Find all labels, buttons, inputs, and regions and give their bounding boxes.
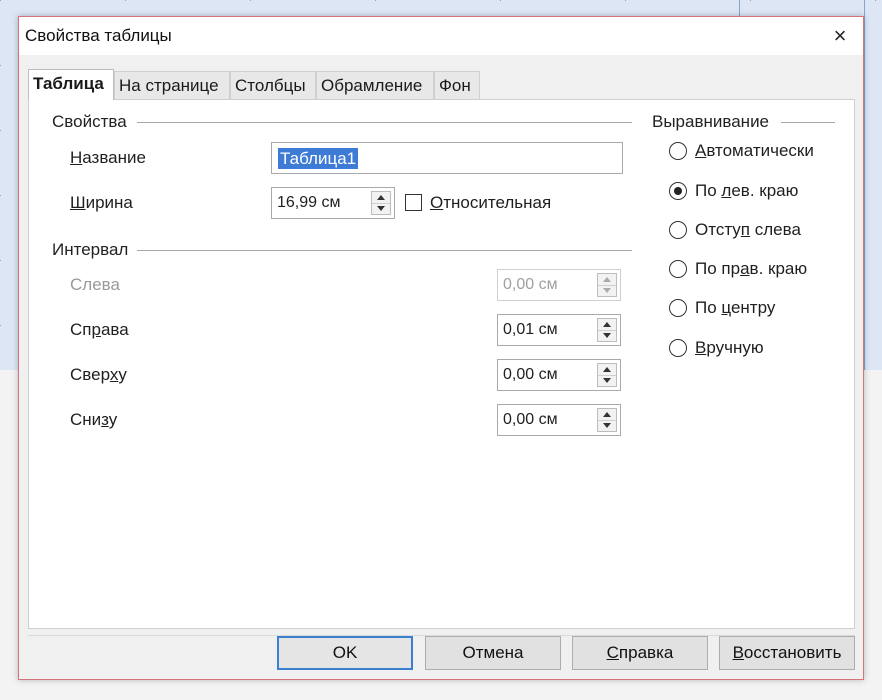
radio-right[interactable] (669, 260, 687, 278)
top-spacing-value: 0,00 см (503, 366, 558, 383)
radio-from-left[interactable] (669, 221, 687, 239)
top-spacing-spinbox[interactable]: 0,00 см (497, 359, 621, 391)
section-divider (137, 250, 632, 251)
tab-table[interactable]: Таблица (28, 69, 114, 100)
right-spacing-spinbox[interactable]: 0,01 см (497, 314, 621, 346)
spin-down-icon[interactable] (598, 420, 616, 431)
table-properties-dialog: Свойства таблицы × Таблица На странице С… (18, 16, 864, 680)
bottom-spin-buttons[interactable] (597, 408, 617, 432)
section-divider (137, 122, 632, 123)
left-spin-buttons[interactable] (597, 273, 617, 297)
width-spinbox[interactable]: 16,99 см (271, 187, 395, 219)
alignment-section-title: Выравнивание (652, 112, 770, 131)
relative-checkbox[interactable] (405, 194, 422, 211)
spin-down-icon[interactable] (598, 330, 616, 341)
radio-center[interactable] (669, 299, 687, 317)
left-label: Слева (70, 275, 120, 294)
radio-from-left-label: Отступ слева (695, 220, 801, 239)
tab-borders[interactable]: Обрамление (316, 71, 434, 99)
help-button[interactable]: Справка (572, 636, 708, 670)
radio-manual-label: Вручную (695, 338, 764, 357)
relative-label: Относительная (430, 193, 552, 212)
tab-on-page[interactable]: На странице (114, 71, 230, 99)
radio-center-label: По центру (695, 298, 776, 317)
spin-down-icon[interactable] (372, 203, 390, 214)
ok-button[interactable]: OK (277, 636, 413, 670)
tab-background[interactable]: Фон (434, 71, 480, 99)
radio-left[interactable] (669, 182, 687, 200)
reset-button-label: Восстановить (732, 643, 842, 662)
bottom-spacing-value: 0,00 см (503, 411, 558, 428)
tab-panel: Свойства Название Таблица1 Ширина 16,99 … (28, 99, 855, 629)
spacing-section-title: Интервал (52, 240, 129, 259)
close-icon[interactable]: × (825, 21, 855, 51)
left-spacing-value: 0,00 см (503, 276, 558, 293)
section-divider (781, 122, 835, 123)
width-value: 16,99 см (277, 194, 341, 211)
radio-automatic[interactable] (669, 142, 687, 160)
spin-down-icon[interactable] (598, 375, 616, 386)
top-spin-buttons[interactable] (597, 363, 617, 387)
title-bar: Свойства таблицы × (19, 17, 863, 55)
reset-button[interactable]: Восстановить (719, 636, 855, 670)
radio-right-label: По прав. краю (695, 259, 808, 278)
spin-down-icon[interactable] (598, 285, 616, 296)
radio-manual[interactable] (669, 339, 687, 357)
name-input[interactable]: Таблица1 (271, 142, 623, 174)
top-label: Сверху (70, 365, 127, 384)
spreadsheet-grid-line (864, 0, 865, 370)
right-spin-buttons[interactable] (597, 318, 617, 342)
help-button-label: Справка (606, 643, 674, 662)
bottom-spacing-spinbox[interactable]: 0,00 см (497, 404, 621, 436)
bottom-label: Снизу (70, 410, 118, 429)
radio-left-label: По лев. краю (695, 181, 799, 200)
left-spacing-spinbox[interactable]: 0,00 см (497, 269, 621, 301)
tab-columns[interactable]: Столбцы (230, 71, 316, 99)
name-label-rest: азвание (82, 148, 146, 167)
width-label: Ширина (70, 193, 133, 212)
width-spin-buttons[interactable] (371, 191, 391, 215)
dialog-title: Свойства таблицы (25, 26, 172, 45)
radio-automatic-label: Автоматически (695, 141, 814, 160)
radio-selected-dot (674, 187, 682, 195)
name-input-value: Таблица1 (278, 148, 359, 169)
right-spacing-value: 0,01 см (503, 321, 558, 338)
properties-section-title: Свойства (52, 112, 127, 131)
cancel-button[interactable]: Отмена (425, 636, 561, 670)
right-label: Справа (70, 320, 129, 339)
name-label: Название (70, 148, 146, 167)
